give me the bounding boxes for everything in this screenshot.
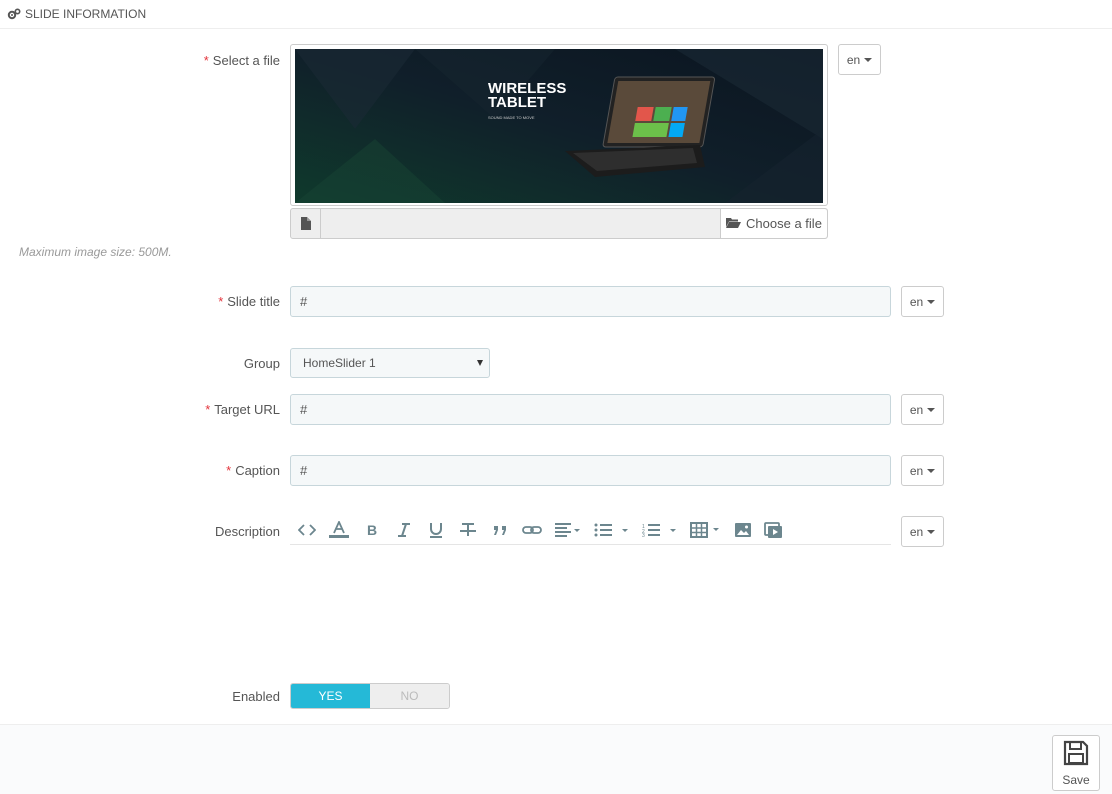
caret-down-icon: [927, 299, 936, 304]
lang-dropdown-description[interactable]: en: [901, 516, 944, 547]
italic-icon[interactable]: [394, 520, 414, 540]
font-color-icon[interactable]: [328, 520, 350, 540]
banner-line2: TABLET: [488, 94, 547, 111]
svg-text:B: B: [367, 523, 377, 537]
file-name-field[interactable]: [321, 209, 720, 238]
image-icon[interactable]: [734, 520, 752, 540]
underline-icon[interactable]: [426, 520, 446, 540]
caption-label: * Caption: [226, 463, 280, 478]
floppy-disk-icon: [1063, 740, 1089, 769]
image-preview: WIRELESS TABLET SOUND MADE TO MOVE: [290, 44, 828, 206]
lang-dropdown-title[interactable]: en: [901, 286, 944, 317]
choose-file-button[interactable]: Choose a file: [720, 209, 827, 238]
editor-toolbar: B 123: [290, 515, 891, 545]
panel-heading: Slide information: [0, 0, 1112, 29]
lang-dropdown-file[interactable]: en: [838, 44, 881, 75]
table-icon[interactable]: [690, 520, 722, 540]
switch-no[interactable]: NO: [370, 684, 449, 708]
select-file-label: * Select a file: [203, 53, 280, 68]
select-arrow-icon: [477, 360, 483, 366]
slide-title-label: * Slide title: [218, 294, 280, 309]
cogs-icon: [7, 8, 21, 20]
panel-title: Slide information: [25, 7, 147, 21]
target-url-label: * Target URL: [205, 402, 280, 417]
file-upload-row: Choose a file: [290, 208, 828, 239]
max-size-help: Maximum image size: 500M.: [19, 245, 172, 259]
folder-open-icon: [726, 216, 742, 231]
numbered-list-icon[interactable]: 123: [642, 520, 678, 540]
caret-down-icon: [927, 407, 936, 412]
banner-tagline: SOUND MADE TO MOVE: [488, 115, 535, 120]
file-icon: [291, 209, 321, 238]
caption-input[interactable]: #: [290, 455, 891, 486]
align-left-icon[interactable]: [554, 520, 582, 540]
caret-down-icon: [927, 468, 936, 473]
video-icon[interactable]: [764, 520, 782, 540]
code-icon[interactable]: [298, 520, 316, 540]
lang-dropdown-url[interactable]: en: [901, 394, 944, 425]
save-button[interactable]: Save: [1052, 735, 1100, 791]
caret-down-icon: [927, 529, 936, 534]
slide-title-input[interactable]: #: [290, 286, 891, 317]
caret-down-icon: [864, 57, 873, 62]
bold-icon[interactable]: B: [362, 520, 382, 540]
strikethrough-icon[interactable]: [458, 520, 478, 540]
switch-yes[interactable]: YES: [291, 684, 370, 708]
target-url-input[interactable]: #: [290, 394, 891, 425]
panel-footer: [0, 724, 1112, 794]
banner-image: WIRELESS TABLET SOUND MADE TO MOVE: [295, 49, 823, 203]
group-select[interactable]: HomeSlider 1: [290, 348, 490, 378]
enabled-label: Enabled: [232, 689, 280, 704]
lang-dropdown-caption[interactable]: en: [901, 455, 944, 486]
link-icon[interactable]: [522, 520, 542, 540]
svg-text:3: 3: [642, 533, 645, 537]
group-label: Group: [243, 356, 280, 371]
description-label: Description: [214, 524, 280, 539]
quote-icon[interactable]: [490, 520, 510, 540]
enabled-switch[interactable]: YES NO: [290, 683, 450, 709]
bullet-list-icon[interactable]: [594, 520, 630, 540]
